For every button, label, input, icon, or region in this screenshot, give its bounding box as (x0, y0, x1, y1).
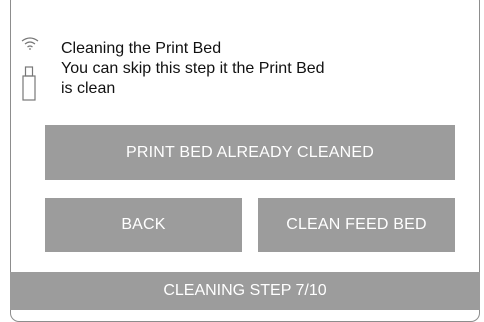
clean-feed-bed-button[interactable]: CLEAN FEED BED (258, 198, 455, 252)
message-line: is clean (61, 80, 116, 97)
usb-drive-icon (22, 66, 36, 101)
print-bed-already-cleaned-button[interactable]: PRINT BED ALREADY CLEANED (45, 125, 455, 180)
message-title: Cleaning the Print Bed (61, 40, 222, 57)
wifi-icon (21, 37, 39, 50)
cleaning-step-status: CLEANING STEP 7/10 (10, 272, 480, 310)
message: Cleaning the Print Bed You can skip this… (61, 39, 325, 99)
back-button[interactable]: BACK (45, 198, 242, 252)
message-line: You can skip this step it the Print Bed (61, 60, 325, 77)
